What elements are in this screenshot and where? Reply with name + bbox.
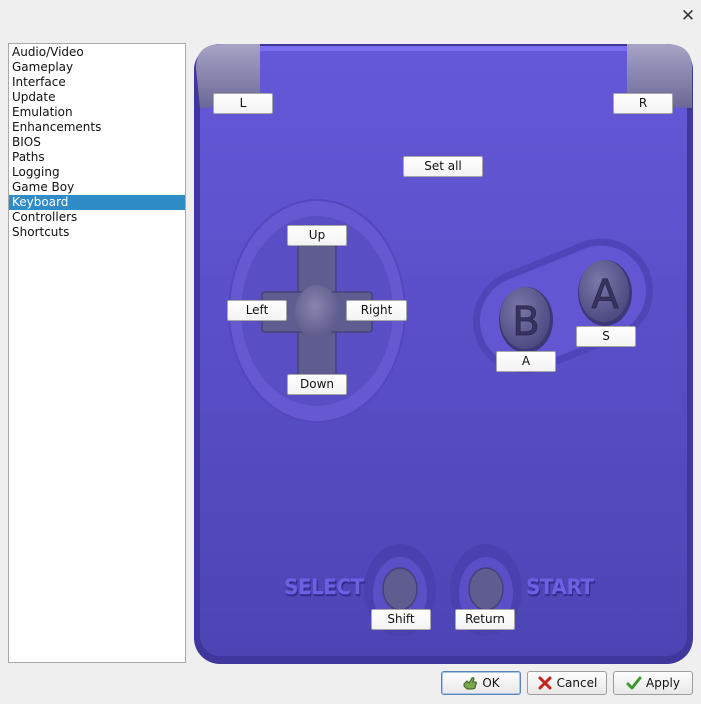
bind-down-button[interactable]: Down (287, 374, 347, 395)
ok-hand-icon (463, 677, 478, 690)
green-check-icon (626, 676, 642, 690)
cancel-button[interactable]: Cancel (527, 671, 607, 695)
bind-up-button[interactable]: Up (287, 225, 347, 246)
apply-label: Apply (646, 676, 680, 690)
ok-button[interactable]: OK (441, 671, 521, 695)
bind-r-button[interactable]: R (613, 93, 673, 114)
select-label: SELECT (284, 575, 364, 599)
face-a-letter: A (591, 272, 619, 318)
start-label: START (526, 575, 594, 599)
red-x-icon (538, 676, 552, 690)
bind-l-button[interactable]: L (213, 93, 273, 114)
face-button-b: B (499, 287, 553, 353)
bind-select-button[interactable]: Shift (371, 609, 431, 630)
bind-start-button[interactable]: Return (455, 609, 515, 630)
set-all-button[interactable]: Set all (403, 156, 483, 177)
face-b-letter: B (512, 299, 539, 345)
face-button-a: A (578, 260, 632, 326)
bind-right-button[interactable]: Right (346, 300, 407, 321)
apply-button[interactable]: Apply (613, 671, 693, 695)
bind-b-face-button[interactable]: A (496, 351, 556, 372)
cancel-label: Cancel (556, 676, 598, 690)
bind-a-face-button[interactable]: S (576, 326, 636, 347)
bind-left-button[interactable]: Left (227, 300, 287, 321)
ok-label: OK (482, 676, 500, 690)
